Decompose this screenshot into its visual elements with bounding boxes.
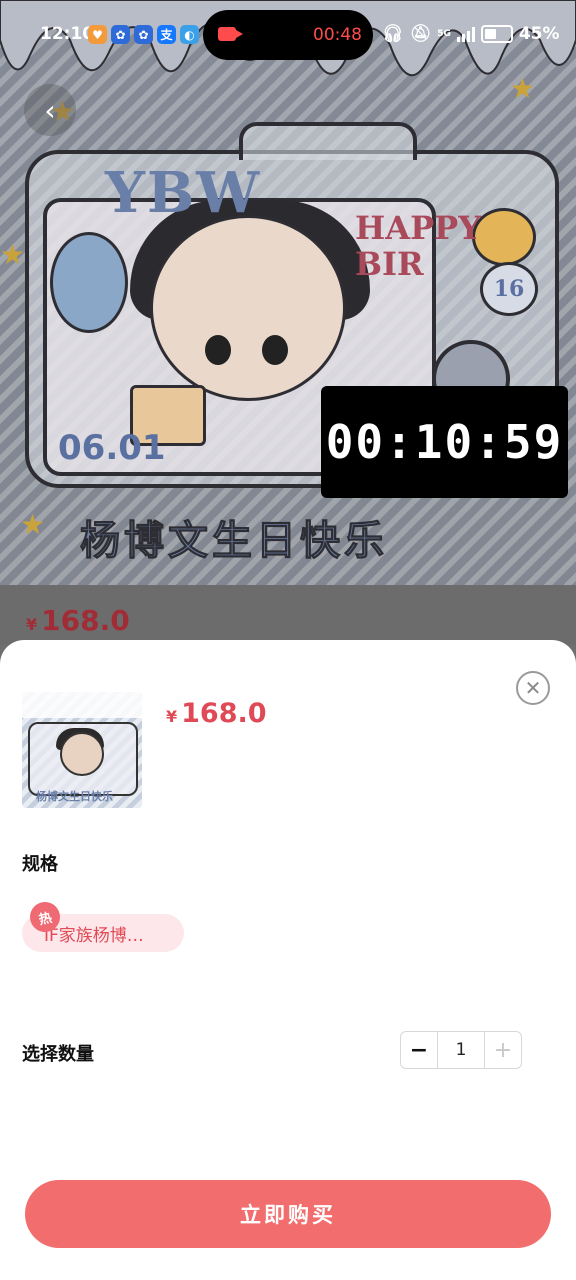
close-button[interactable]: ✕ <box>516 671 550 705</box>
close-icon: ✕ <box>524 676 542 700</box>
status-time: 12:10 <box>40 24 95 44</box>
thumb-caption: 杨博文生日快乐 <box>36 790 113 803</box>
recording-time: 00:48 <box>313 25 362 45</box>
mute-icon: 🔕︎ <box>409 24 432 44</box>
product-thumbnail: 杨博文生日快乐 <box>22 692 142 808</box>
thumb-drip <box>22 692 142 718</box>
currency-symbol: ¥ <box>166 707 178 726</box>
dim-overlay <box>0 0 576 640</box>
status-right: 🎧︎ 🔕︎ 5G 45% <box>382 24 560 44</box>
back-button[interactable]: ‹ <box>24 84 76 136</box>
decrease-button[interactable]: − <box>401 1032 438 1068</box>
signal-icon <box>456 26 475 42</box>
heart-app-icon: ♥ <box>88 25 107 44</box>
thumb-face <box>60 732 104 776</box>
battery-icon <box>480 25 513 43</box>
buy-now-button[interactable]: 立即购买 <box>25 1180 551 1248</box>
sheet-price: ¥168.0 <box>166 698 267 729</box>
screen-recording-pill[interactable]: 00:48 <box>203 10 373 60</box>
headphones-icon: 🎧︎ <box>382 24 404 44</box>
network-type: 5G <box>437 29 451 39</box>
plus-icon: + <box>493 1037 513 1063</box>
increase-button[interactable]: + <box>484 1032 521 1068</box>
quantity-input[interactable]: 1 <box>438 1032 484 1068</box>
spec-label: 规格 <box>22 854 58 875</box>
browser-icon: ◐ <box>180 25 199 44</box>
price-value: 168.0 <box>41 604 130 637</box>
notification-icons: ♥ ✿ ✿ 支 ◐ <box>88 25 199 44</box>
quantity-label: 选择数量 <box>22 1044 94 1065</box>
chevron-left-icon: ‹ <box>44 93 56 127</box>
currency-symbol: ¥ <box>26 615 38 634</box>
countdown-timer: 00:10:59 <box>321 386 568 498</box>
app-icon: ✿ <box>134 25 153 44</box>
status-bar: 12:10 ♥ ✿ ✿ 支 ◐ 00:48 🎧︎ 🔕︎ 5G 45% <box>0 0 576 70</box>
purchase-sheet: 杨博文生日快乐 ¥168.0 ✕ 规格 IF家族杨博… 热 选择数量 − 1 +… <box>0 640 576 1280</box>
video-camera-icon <box>218 27 243 41</box>
minus-icon: − <box>409 1037 429 1063</box>
quantity-stepper: − 1 + <box>400 1031 522 1069</box>
app-icon: ✿ <box>111 25 130 44</box>
background-price: ¥168.0 <box>26 604 130 637</box>
alipay-icon: 支 <box>157 25 176 44</box>
battery-percent: 45% <box>518 24 560 44</box>
price-value: 168.0 <box>181 698 267 729</box>
